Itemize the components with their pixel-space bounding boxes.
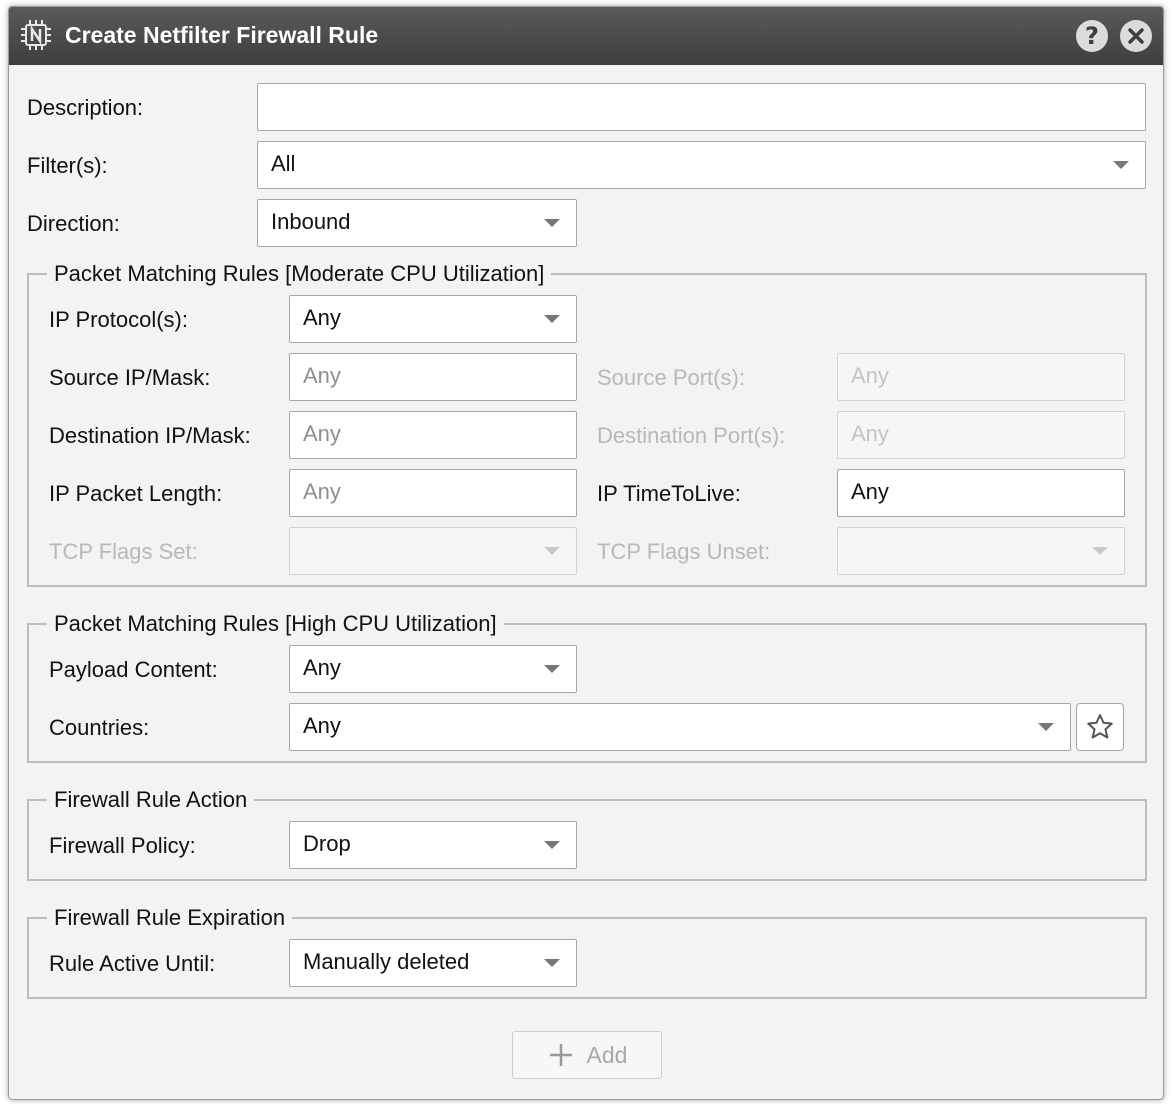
filters-value: All [271,151,296,176]
source-ports-label: Source Port(s): [597,365,745,390]
description-label: Description: [27,95,144,120]
countries-select[interactable]: Any [289,703,1071,751]
ttl-input[interactable]: Any [837,469,1125,517]
packet-length-input[interactable]: Any [289,469,577,517]
tcp-flags-unset-select[interactable] [837,527,1125,575]
packet-length-label: IP Packet Length: [49,481,223,506]
add-button[interactable]: Add [512,1031,662,1079]
ip-protocols-value: Any [303,305,341,330]
source-ip-label: Source IP/Mask: [49,365,211,390]
direction-select[interactable]: Inbound [257,199,577,247]
direction-value: Inbound [271,209,351,234]
moderate-cpu-legend: Packet Matching Rules [Moderate CPU Util… [54,261,545,286]
policy-select[interactable]: Drop [289,821,577,869]
dialog-title: Create Netfilter Firewall Rule [65,22,379,48]
payload-select[interactable]: Any [289,645,577,693]
dest-ports-label: Destination Port(s): [597,423,786,448]
chevron-down-icon [1113,161,1129,169]
chevron-down-icon [544,547,560,555]
tcp-flags-unset-label: TCP Flags Unset: [597,539,771,564]
tcp-flags-set-select[interactable] [289,527,577,575]
ttl-label: IP TimeToLive: [597,481,741,506]
source-ports-input[interactable]: Any [837,353,1125,401]
dest-ip-input[interactable]: Any [289,411,577,459]
active-until-select[interactable]: Manually deleted [289,939,577,987]
dialog-titlebar[interactable]: Create Netfilter Firewall Rule ? [9,7,1163,65]
ip-protocols-select[interactable]: Any [289,295,577,343]
firewall-rule-dialog: Create Netfilter Firewall Rule ? Descrip… [8,6,1164,1100]
dest-ip-label: Destination IP/Mask: [49,423,251,448]
countries-value: Any [303,713,341,738]
high-cpu-legend: Packet Matching Rules [High CPU Utilizat… [54,611,497,636]
help-icon: ? [1085,22,1099,50]
dest-ports-input[interactable]: Any [837,411,1125,459]
favorite-countries-button[interactable] [1076,703,1124,751]
countries-label: Countries: [49,715,150,740]
ip-protocols-label: IP Protocol(s): [49,307,188,332]
chevron-down-icon [544,959,560,967]
chevron-down-icon [1092,547,1108,555]
filters-select[interactable]: All [257,141,1146,189]
add-label: Add [586,1041,628,1068]
chevron-down-icon [1038,723,1054,731]
close-button[interactable] [1120,20,1152,52]
expiration-legend: Firewall Rule Expiration [54,905,286,930]
chip-icon [21,20,51,50]
close-icon [1128,28,1144,44]
policy-value: Drop [303,831,351,856]
active-until-value: Manually deleted [303,949,470,974]
description-input[interactable] [257,83,1146,131]
filters-label: Filter(s): [27,153,108,178]
star-icon [1087,714,1113,739]
source-ip-input[interactable]: Any [289,353,577,401]
chevron-down-icon [544,665,560,673]
policy-label: Firewall Policy: [49,833,196,858]
direction-label: Direction: [27,211,120,236]
payload-label: Payload Content: [49,657,218,682]
action-legend: Firewall Rule Action [54,787,248,812]
active-until-label: Rule Active Until: [49,951,216,976]
chevron-down-icon [544,841,560,849]
tcp-flags-set-label: TCP Flags Set: [49,539,198,564]
help-button[interactable]: ? [1076,20,1108,52]
chevron-down-icon [544,315,560,323]
chevron-down-icon [544,219,560,227]
plus-icon [549,1044,572,1066]
payload-value: Any [303,655,341,680]
